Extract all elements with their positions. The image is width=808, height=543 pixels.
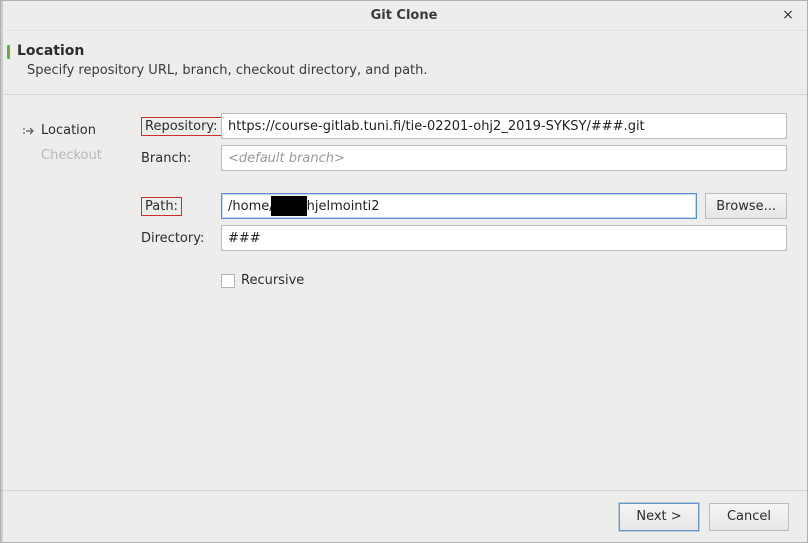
row-repository: Repository: (141, 113, 787, 139)
wizard-step-label: Location (41, 123, 96, 138)
wizard-steps: Location Checkout (21, 113, 141, 480)
row-path: Path: Browse... (141, 193, 787, 219)
row-branch: Branch: (141, 145, 787, 171)
dialog-body: Location Checkout Repository: Branch: (1, 95, 807, 490)
title-bar: Git Clone × (1, 1, 807, 31)
path-label: Path: (141, 199, 221, 214)
git-clone-dialog: Git Clone × Location Specify repository … (0, 0, 808, 543)
branch-label: Branch: (141, 151, 221, 166)
header-title: Location (17, 43, 787, 59)
recursive-label: Recursive (241, 273, 304, 288)
arrow-icon (21, 124, 35, 138)
browse-button[interactable]: Browse... (705, 193, 787, 219)
dialog-footer: Next > Cancel (1, 490, 807, 542)
wizard-step-checkout: Checkout (21, 148, 141, 163)
wizard-step-label: Checkout (41, 148, 102, 163)
close-icon[interactable]: × (779, 7, 797, 25)
form-area: Repository: Branch: Path: (141, 113, 787, 480)
path-input-wrap (221, 193, 697, 219)
recursive-checkbox[interactable] (221, 274, 235, 288)
window-title: Git Clone (371, 8, 438, 23)
row-recursive: Recursive (221, 273, 787, 288)
header-accent (7, 45, 10, 59)
repository-input[interactable] (221, 113, 787, 139)
directory-input[interactable] (221, 225, 787, 251)
row-directory: Directory: (141, 225, 787, 251)
cancel-button[interactable]: Cancel (709, 503, 789, 531)
directory-label: Directory: (141, 231, 221, 246)
blank-icon (21, 149, 35, 163)
repository-label: Repository: (141, 119, 221, 134)
header-subtitle: Specify repository URL, branch, checkout… (27, 63, 787, 78)
branch-input[interactable] (221, 145, 787, 171)
dialog-header: Location Specify repository URL, branch,… (1, 31, 807, 95)
next-button[interactable]: Next > (619, 503, 699, 531)
redaction-block (271, 196, 307, 216)
wizard-step-location[interactable]: Location (21, 123, 141, 138)
